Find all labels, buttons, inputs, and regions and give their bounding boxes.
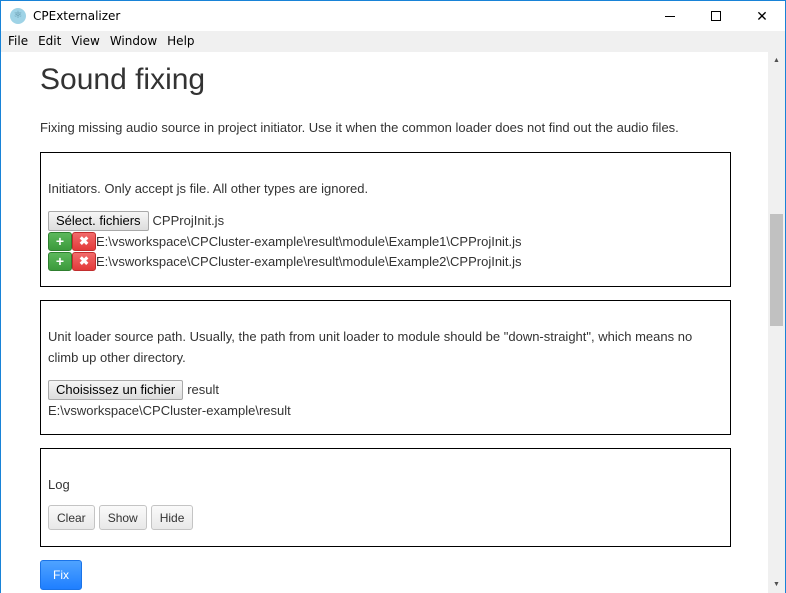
maximize-icon <box>711 11 721 21</box>
maximize-button[interactable] <box>693 1 739 31</box>
initiator-file-row: + ✖ E:\vsworkspace\CPCluster-example\res… <box>48 251 723 271</box>
initiator-file-row: + ✖ E:\vsworkspace\CPCluster-example\res… <box>48 231 723 251</box>
initiator-file-path: E:\vsworkspace\CPCluster-example\result\… <box>96 233 522 249</box>
title-bar[interactable]: ⚛ CPExternalizer ✕ <box>1 1 785 31</box>
show-button[interactable]: Show <box>98 505 147 530</box>
app-window: ⚛ CPExternalizer ✕ File Edit View Window… <box>0 0 786 593</box>
menu-window[interactable]: Window <box>105 31 162 52</box>
initiator-file-path: E:\vsworkspace\CPCluster-example\result\… <box>96 253 522 269</box>
initiators-file-input: Sélect. fichiers CPProjInit.js <box>48 210 723 231</box>
scroll-up-arrow-icon[interactable]: ▲ <box>768 52 785 69</box>
remove-button[interactable]: ✖ <box>72 231 96 251</box>
add-button[interactable]: + <box>48 231 72 251</box>
app-logo-icon: ⚛ <box>10 8 26 24</box>
unit-loader-file-input: Choisissez un fichier result <box>48 379 723 400</box>
log-label: Log <box>48 477 70 492</box>
scroll-down-arrow-icon[interactable]: ▼ <box>768 576 785 593</box>
vertical-scrollbar[interactable]: ▲ ▼ <box>768 52 785 593</box>
window-controls: ✕ <box>647 1 785 31</box>
choose-file-button[interactable]: Choisissez un fichier <box>48 379 184 400</box>
select-files-button[interactable]: Sélect. fichiers <box>48 210 149 231</box>
minimize-button[interactable] <box>647 1 693 31</box>
clear-button[interactable]: Clear <box>48 505 95 530</box>
initiators-label: Initiators. Only accept js file. All oth… <box>48 181 369 196</box>
add-button[interactable]: + <box>48 251 72 271</box>
minimize-icon <box>665 15 675 17</box>
fix-button[interactable]: Fix <box>40 560 82 590</box>
menu-edit[interactable]: Edit <box>33 31 66 52</box>
log-buttons: Clear Show Hide <box>48 505 723 530</box>
unit-loader-panel: Unit loader source path. Usually, the pa… <box>40 300 731 435</box>
main-content: Sound fixing Fixing missing audio source… <box>1 52 768 593</box>
menu-bar: File Edit View Window Help <box>1 31 785 52</box>
close-button[interactable]: ✕ <box>739 1 785 31</box>
selected-file-name: CPProjInit.js <box>152 213 225 228</box>
x-icon: ✖ <box>78 234 90 248</box>
window-title: CPExternalizer <box>33 9 121 23</box>
menu-help[interactable]: Help <box>162 31 199 52</box>
unit-loader-path: E:\vsworkspace\CPCluster-example\result <box>48 403 291 418</box>
close-icon: ✕ <box>756 7 768 24</box>
menu-file[interactable]: File <box>3 31 33 52</box>
plus-icon: + <box>55 253 65 269</box>
page-description: Fixing missing audio source in project i… <box>40 120 679 135</box>
scrollbar-thumb[interactable] <box>770 214 783 326</box>
menu-view[interactable]: View <box>66 31 104 52</box>
log-panel: Log Clear Show Hide <box>40 448 731 547</box>
plus-icon: + <box>55 233 65 249</box>
initiators-panel: Initiators. Only accept js file. All oth… <box>40 152 731 287</box>
x-icon: ✖ <box>78 254 90 268</box>
selected-folder-name: result <box>187 382 220 397</box>
hide-button[interactable]: Hide <box>150 505 194 530</box>
unit-loader-label: Unit loader source path. Usually, the pa… <box>48 329 693 365</box>
page-title: Sound fixing <box>40 63 206 96</box>
remove-button[interactable]: ✖ <box>72 251 96 271</box>
